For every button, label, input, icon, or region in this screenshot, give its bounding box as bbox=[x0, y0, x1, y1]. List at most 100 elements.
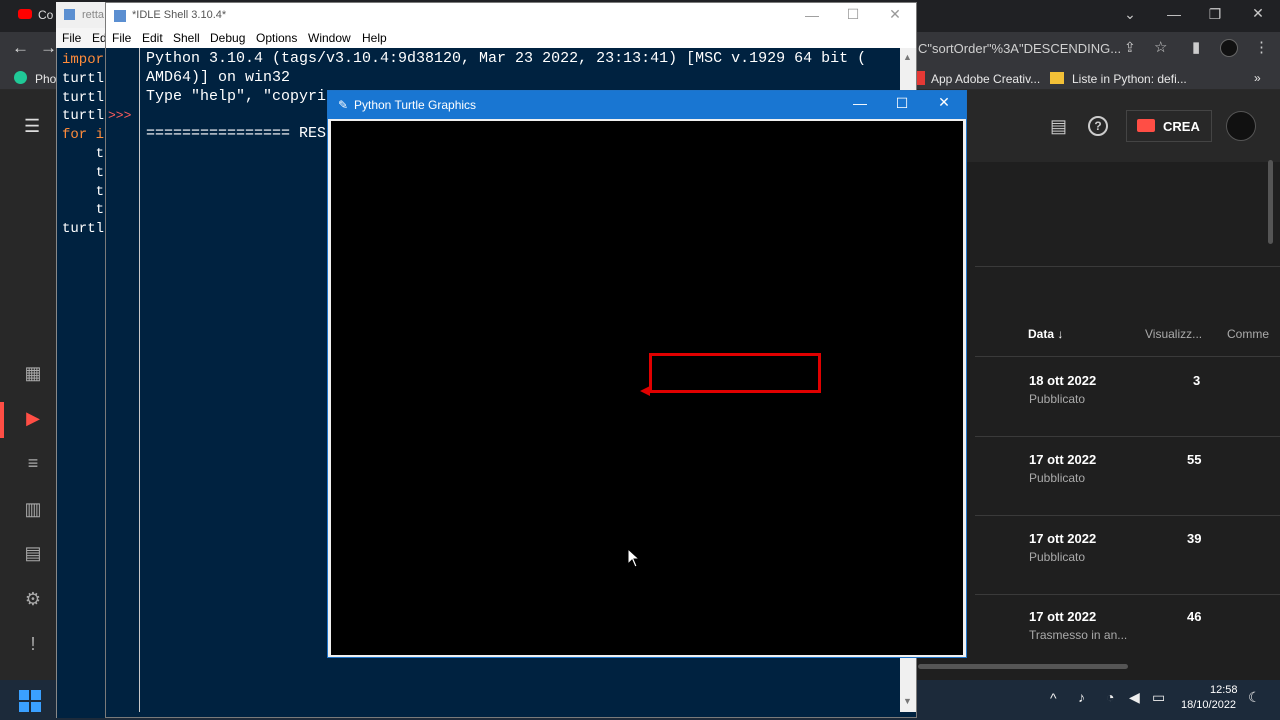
scroll-down-icon[interactable]: ▼ bbox=[903, 696, 912, 706]
comments-icon[interactable]: ▤ bbox=[22, 542, 44, 564]
table-row[interactable]: 17 ott 2022 Pubblicato bbox=[1029, 531, 1096, 564]
menu-help[interactable]: Help bbox=[362, 31, 387, 45]
code-line: t bbox=[62, 202, 105, 219]
menu-window[interactable]: Window bbox=[308, 31, 351, 45]
table-row[interactable]: 17 ott 2022 Trasmesso in an... bbox=[1029, 609, 1127, 642]
drawn-rectangle bbox=[649, 353, 821, 393]
code-line: for i bbox=[62, 127, 105, 144]
maximize-icon[interactable]: ☐ bbox=[880, 95, 924, 112]
maximize-icon[interactable]: ☐ bbox=[831, 6, 875, 23]
horizontal-scrollbar[interactable] bbox=[918, 664, 1128, 669]
row-views: 46 bbox=[1187, 609, 1202, 624]
browser-tab-label[interactable]: Co bbox=[38, 8, 53, 22]
column-header-comments[interactable]: Comme bbox=[1227, 327, 1269, 341]
menu-edit[interactable]: Edit bbox=[142, 31, 163, 45]
row-date: 17 ott 2022 bbox=[1029, 609, 1097, 624]
active-indicator bbox=[0, 402, 4, 438]
close-icon[interactable]: ✕ bbox=[873, 6, 917, 23]
forward-icon[interactable]: → bbox=[40, 38, 57, 58]
editor-menu-file[interactable]: File bbox=[62, 31, 81, 45]
notifications-icon[interactable]: ☾ bbox=[1248, 689, 1261, 706]
channel-avatar[interactable] bbox=[1226, 111, 1256, 141]
menu-file[interactable]: File bbox=[112, 31, 131, 45]
row-status: Trasmesso in an... bbox=[1029, 628, 1128, 642]
address-bar-text[interactable]: C"sortOrder"%3A"DESCENDING... bbox=[918, 41, 1121, 56]
studio-sidebar: ▦ ▶ ≡ ▥ ▤ ⚙ ! bbox=[0, 162, 64, 680]
code-line: turtl bbox=[62, 221, 105, 238]
python-icon bbox=[114, 10, 126, 22]
playlists-icon[interactable]: ≡ bbox=[22, 452, 44, 474]
menu-options[interactable]: Options bbox=[256, 31, 297, 45]
create-button-label: CREA bbox=[1163, 119, 1200, 134]
profile-avatar[interactable] bbox=[1220, 39, 1238, 57]
menu-icon[interactable]: ☰ bbox=[24, 116, 40, 137]
column-header-views[interactable]: Visualizz... bbox=[1145, 327, 1202, 341]
chevron-up-icon[interactable]: ^ bbox=[1050, 690, 1057, 706]
close-icon[interactable]: ✕ bbox=[922, 94, 966, 111]
vertical-scrollbar[interactable] bbox=[1268, 160, 1273, 244]
bookmark-item[interactable]: Pho bbox=[35, 72, 56, 86]
minimize-icon[interactable]: — bbox=[1152, 6, 1196, 22]
maximize-icon[interactable]: ❐ bbox=[1193, 6, 1237, 23]
bookmark-item[interactable]: Liste in Python: defi... bbox=[1072, 72, 1187, 86]
divider bbox=[975, 356, 1280, 357]
minimize-icon[interactable]: — bbox=[838, 95, 882, 111]
more-icon[interactable]: ⋮ bbox=[1254, 38, 1269, 56]
menu-shell[interactable]: Shell bbox=[173, 31, 200, 45]
idle-title: *IDLE Shell 3.10.4* bbox=[132, 9, 227, 21]
column-header-date[interactable]: Data ↓ bbox=[1028, 327, 1063, 341]
divider bbox=[975, 515, 1280, 516]
shell-prompt: >>> bbox=[108, 108, 132, 123]
close-icon[interactable]: ✕ bbox=[1236, 5, 1280, 22]
more-bookmarks-icon[interactable]: » bbox=[1254, 71, 1261, 85]
youtube-icon bbox=[18, 9, 32, 19]
turtle-titlebar[interactable]: ✎ Python Turtle Graphics — ☐ ✕ bbox=[328, 91, 966, 119]
share-icon[interactable]: ⇪ bbox=[1124, 39, 1136, 56]
windows-start-icon[interactable] bbox=[19, 690, 41, 712]
row-views: 3 bbox=[1193, 373, 1201, 388]
shell-line: Python 3.10.4 (tags/v3.10.4:9d38120, Mar… bbox=[146, 50, 867, 67]
code-line: impor bbox=[62, 52, 105, 68]
chevron-down-icon[interactable]: ⌄ bbox=[1108, 6, 1152, 23]
shell-prompt-gutter: >>> bbox=[106, 48, 140, 712]
sidebar-icon[interactable]: ▮ bbox=[1192, 38, 1200, 56]
volume-icon[interactable]: ◀ bbox=[1129, 689, 1140, 706]
bookmark-item[interactable]: App Adobe Creativ... bbox=[931, 72, 1040, 86]
create-button[interactable]: CREA bbox=[1126, 110, 1212, 142]
analytics-icon[interactable]: ▥ bbox=[22, 498, 44, 520]
microphone-icon[interactable]: ♪ bbox=[1078, 689, 1085, 705]
shell-line: AMD64)] on win32 bbox=[146, 68, 291, 86]
divider bbox=[975, 436, 1280, 437]
editor-code[interactable]: impor turtl turtl turtl for i t t t t tu… bbox=[62, 51, 106, 239]
clock-date[interactable]: 18/10/2022 bbox=[1181, 699, 1236, 711]
turtle-window-title: Python Turtle Graphics bbox=[354, 98, 477, 112]
content-icon[interactable]: ▶ bbox=[22, 407, 44, 429]
table-row[interactable]: 18 ott 2022 Pubblicato bbox=[1029, 373, 1096, 406]
idle-titlebar[interactable]: *IDLE Shell 3.10.4* — ☐ ✕ bbox=[106, 3, 916, 29]
python-file-icon bbox=[64, 9, 75, 20]
settings-icon[interactable]: ⚙ bbox=[22, 588, 44, 610]
scroll-up-icon[interactable]: ▲ bbox=[903, 52, 912, 62]
row-status: Pubblicato bbox=[1029, 550, 1086, 564]
menu-debug[interactable]: Debug bbox=[210, 31, 245, 45]
table-row[interactable]: 17 ott 2022 Pubblicato bbox=[1029, 452, 1096, 485]
battery-icon[interactable]: ▭ bbox=[1152, 689, 1165, 706]
code-line: turtl bbox=[62, 89, 105, 106]
minimize-icon[interactable]: — bbox=[790, 7, 834, 23]
wifi-icon[interactable]: ◔ bbox=[1106, 689, 1114, 705]
messages-icon[interactable]: ▤ bbox=[1050, 116, 1067, 137]
row-views: 55 bbox=[1187, 452, 1202, 467]
row-date: 17 ott 2022 bbox=[1029, 452, 1097, 467]
back-icon[interactable]: ← bbox=[12, 38, 29, 58]
row-status: Pubblicato bbox=[1029, 471, 1086, 485]
bookmark-icon bbox=[14, 71, 27, 84]
clock-time[interactable]: 12:58 bbox=[1210, 684, 1238, 696]
help-icon[interactable]: ? bbox=[1088, 116, 1108, 136]
code-line: turtl bbox=[62, 70, 105, 87]
video-camera-icon bbox=[1137, 119, 1155, 132]
code-line: t bbox=[62, 164, 105, 181]
star-icon[interactable]: ☆ bbox=[1154, 38, 1167, 56]
html-icon bbox=[1050, 72, 1064, 84]
feedback-icon[interactable]: ! bbox=[22, 633, 44, 655]
dashboard-icon[interactable]: ▦ bbox=[22, 362, 44, 384]
